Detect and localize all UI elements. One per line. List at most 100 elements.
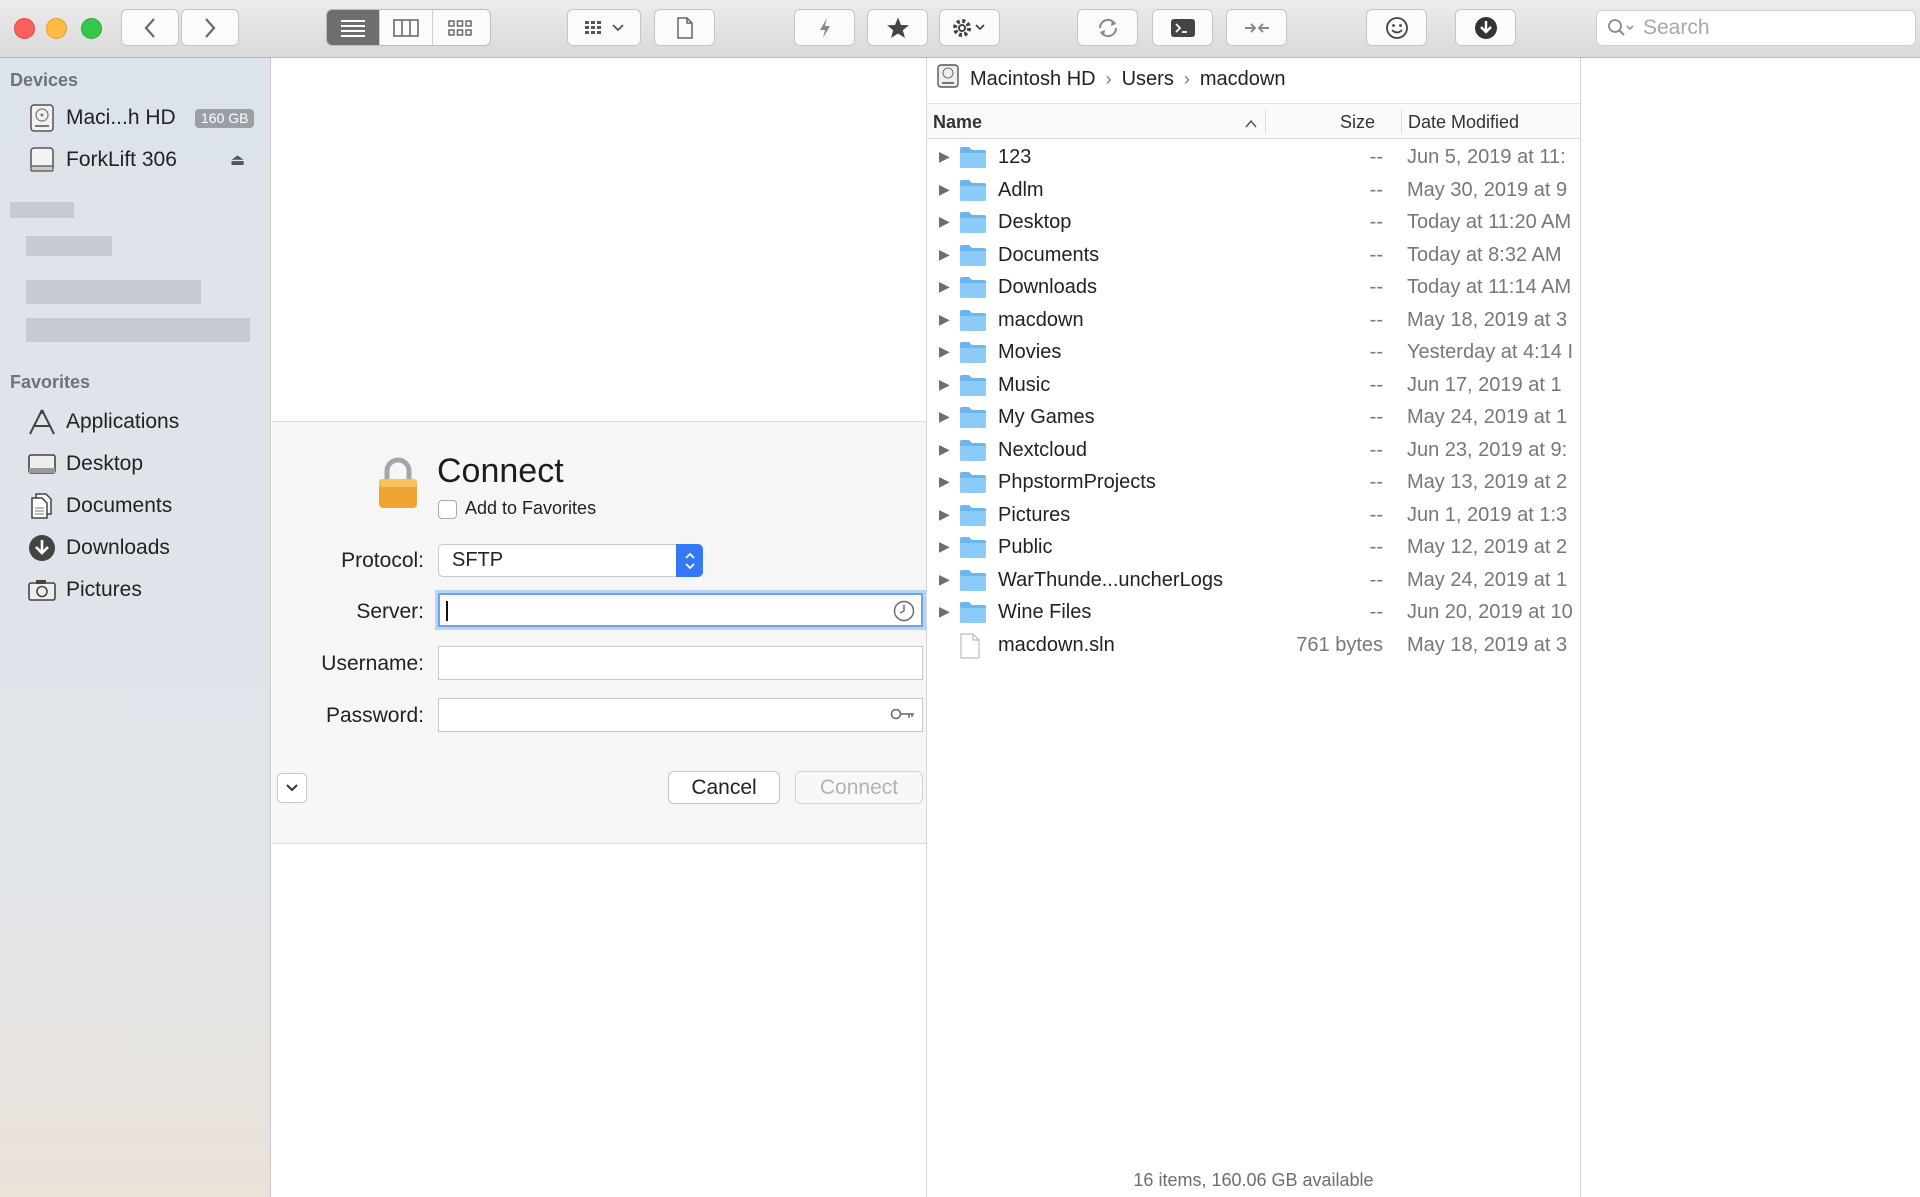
- disclosure-triangle-icon[interactable]: ▶: [939, 473, 950, 490]
- file-name: Downloads: [998, 276, 1097, 298]
- table-row[interactable]: ▶ WarThunde...uncherLogs -- May 24, 2019 at…: [927, 564, 1580, 596]
- expand-options-button[interactable]: [277, 773, 307, 803]
- column-divider[interactable]: [1401, 110, 1402, 134]
- password-input[interactable]: [438, 698, 923, 732]
- table-row[interactable]: ▶ Wine Files -- Jun 20, 2019 at 10: [927, 596, 1580, 628]
- table-row[interactable]: ▶ 123 -- Jun 5, 2019 at 11:: [927, 141, 1580, 173]
- select-arrows-icon: [676, 544, 703, 577]
- disclosure-triangle-icon[interactable]: ▶: [939, 571, 950, 588]
- disclosure-triangle-icon[interactable]: ▶: [939, 213, 950, 230]
- sidebar-item-forklift-306[interactable]: ForkLift 306: [26, 142, 177, 178]
- disclosure-triangle-icon[interactable]: ▶: [939, 181, 950, 198]
- hard-drive-icon: [936, 63, 960, 95]
- table-row[interactable]: ▶ macdown -- May 18, 2019 at 3: [927, 304, 1580, 336]
- blurred-content: [26, 280, 201, 304]
- terminal-button[interactable]: [1152, 9, 1213, 46]
- disclosure-triangle-icon[interactable]: ▶: [939, 538, 950, 555]
- sync-button[interactable]: [1226, 9, 1287, 46]
- eject-icon[interactable]: ⏏: [230, 150, 245, 170]
- folder-icon: [959, 243, 987, 273]
- disclosure-triangle-icon[interactable]: ▶: [939, 343, 950, 360]
- sidebar-item-macintosh-hd[interactable]: Maci...h HD: [26, 100, 176, 136]
- new-file-button[interactable]: [654, 9, 715, 46]
- add-to-favorites-checkbox[interactable]: [438, 500, 457, 519]
- back-button[interactable]: [121, 9, 179, 46]
- disclosure-triangle-icon[interactable]: ▶: [939, 148, 950, 165]
- file-date-modified: Jun 5, 2019 at 11:: [1407, 146, 1566, 168]
- list-view-icon: [341, 19, 365, 37]
- table-row[interactable]: ▶ Documents -- Today at 8:32 AM: [927, 239, 1580, 271]
- file-icon: [959, 632, 981, 662]
- table-row[interactable]: ▶ Pictures -- Jun 1, 2019 at 1:3: [927, 499, 1580, 531]
- file-date-modified: Jun 17, 2019 at 1: [1407, 373, 1562, 396]
- gear-icon: [952, 18, 985, 37]
- protocol-select[interactable]: SFTP: [438, 544, 703, 577]
- devices-heading: Devices: [10, 70, 79, 90]
- close-window-button[interactable]: [14, 18, 35, 39]
- search-field[interactable]: Search: [1596, 10, 1916, 46]
- sidebar-item-applications[interactable]: Applications: [26, 404, 179, 440]
- connect-title: Connect: [437, 452, 564, 490]
- breadcrumb-item[interactable]: macdown: [1200, 68, 1286, 91]
- server-input[interactable]: [438, 593, 923, 627]
- quick-open-button[interactable]: [794, 9, 855, 46]
- disclosure-triangle-icon[interactable]: ▶: [939, 278, 950, 295]
- file-size: --: [1369, 308, 1383, 331]
- size-column-header[interactable]: Size: [1340, 112, 1375, 133]
- favorites-button[interactable]: [867, 9, 928, 46]
- file-name: Adlm: [998, 178, 1044, 201]
- sidebar-item-desktop[interactable]: Desktop: [26, 446, 143, 482]
- table-row[interactable]: ▶ Music -- Jun 17, 2019 at 1: [927, 369, 1580, 401]
- connect-button[interactable]: Connect: [795, 771, 923, 804]
- disclosure-triangle-icon[interactable]: ▶: [939, 441, 950, 458]
- table-row[interactable]: macdown.sln 761 bytes May 18, 2019 at 3: [927, 629, 1580, 661]
- breadcrumb-item[interactable]: Macintosh HD: [970, 68, 1096, 91]
- table-row[interactable]: ▶ My Games -- May 24, 2019 at 1: [927, 401, 1580, 433]
- history-clock-icon[interactable]: [893, 600, 915, 627]
- table-row[interactable]: ▶ Movies -- Yesterday at 4:14 I: [927, 336, 1580, 368]
- table-row[interactable]: ▶ Downloads -- Today at 11:14 AM: [927, 271, 1580, 303]
- cancel-button[interactable]: Cancel: [668, 771, 780, 804]
- file-date-modified: May 30, 2019 at 9: [1407, 178, 1568, 201]
- disclosure-triangle-icon[interactable]: ▶: [939, 408, 950, 425]
- breadcrumb-item[interactable]: Users: [1122, 68, 1174, 91]
- column-view-button[interactable]: [380, 10, 433, 45]
- file-size: --: [1369, 438, 1383, 461]
- file-size: --: [1369, 601, 1383, 623]
- date-column-header[interactable]: Date Modified: [1408, 112, 1519, 133]
- minimize-window-button[interactable]: [46, 18, 67, 39]
- feedback-button[interactable]: [1366, 9, 1427, 46]
- chevron-left-icon: [144, 17, 155, 38]
- username-input[interactable]: [438, 646, 923, 680]
- table-row[interactable]: ▶ PhpstormProjects -- May 13, 2019 at 2: [927, 466, 1580, 498]
- sidebar-item-label: Desktop: [66, 452, 144, 475]
- refresh-button[interactable]: [1077, 9, 1138, 46]
- disclosure-triangle-icon[interactable]: ▶: [939, 376, 950, 393]
- column-divider[interactable]: [1265, 110, 1266, 134]
- file-size: --: [1369, 536, 1383, 558]
- table-row[interactable]: ▶ Public -- May 12, 2019 at 2: [927, 531, 1580, 563]
- activities-button[interactable]: [1455, 9, 1516, 46]
- disclosure-triangle-icon[interactable]: ▶: [939, 246, 950, 263]
- arrange-menu-button[interactable]: [567, 9, 641, 46]
- table-row[interactable]: ▶ Desktop -- Today at 11:20 AM: [927, 206, 1580, 238]
- action-menu-button[interactable]: [939, 9, 1000, 46]
- key-icon[interactable]: [890, 704, 916, 729]
- table-row[interactable]: ▶ Adlm -- May 30, 2019 at 9: [927, 174, 1580, 206]
- icon-view-icon: [447, 19, 472, 36]
- breadcrumb-separator-icon: ›: [1105, 68, 1112, 89]
- sidebar-item-pictures[interactable]: Pictures: [26, 572, 142, 608]
- disclosure-triangle-icon[interactable]: ▶: [939, 506, 950, 523]
- table-row[interactable]: ▶ Nextcloud -- Jun 23, 2019 at 9:: [927, 434, 1580, 466]
- zoom-window-button[interactable]: [81, 18, 102, 39]
- sidebar-item-downloads[interactable]: Downloads: [26, 530, 170, 566]
- list-view-button[interactable]: [327, 10, 380, 45]
- sidebar-item-documents[interactable]: Documents: [26, 488, 172, 524]
- breadcrumb: Macintosh HD › Users › macdown: [936, 64, 1285, 94]
- disclosure-triangle-icon[interactable]: ▶: [939, 311, 950, 328]
- disclosure-triangle-icon[interactable]: ▶: [939, 603, 950, 620]
- file-name: Nextcloud: [998, 438, 1087, 461]
- forward-button[interactable]: [181, 9, 239, 46]
- icon-view-button[interactable]: [433, 10, 486, 45]
- name-column-header[interactable]: Name: [933, 112, 982, 133]
